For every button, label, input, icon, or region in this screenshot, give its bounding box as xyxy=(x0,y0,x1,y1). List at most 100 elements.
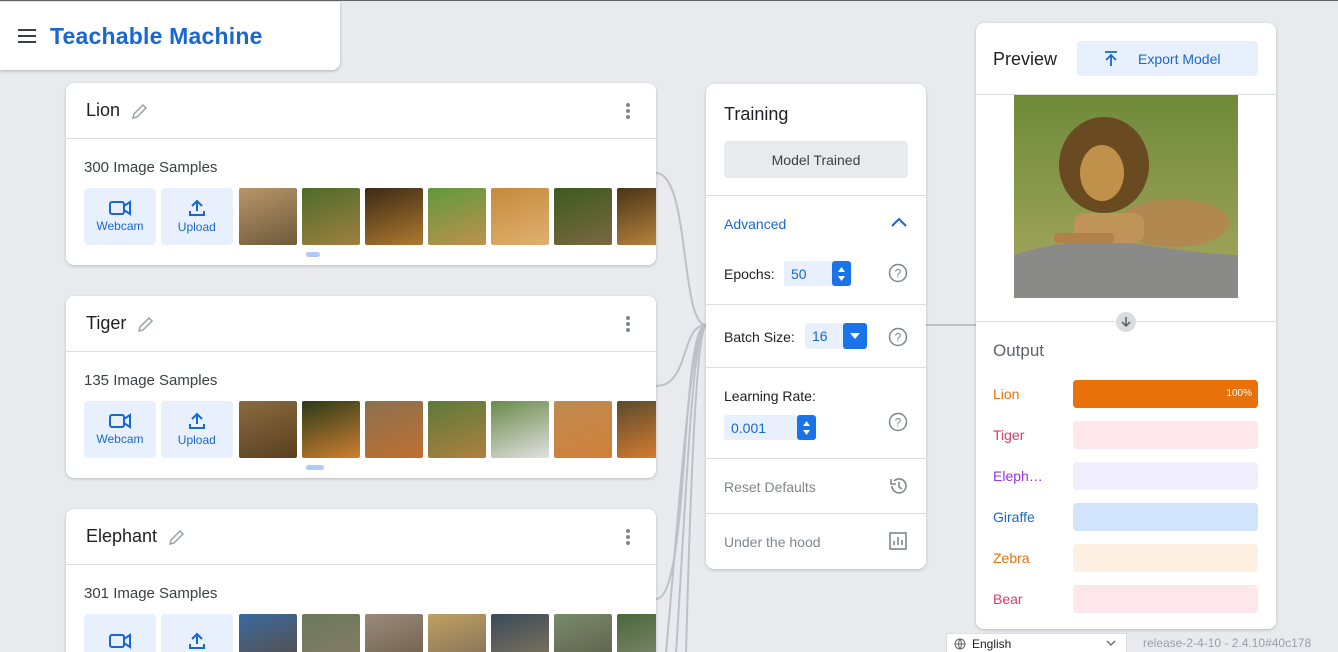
more-options-icon[interactable] xyxy=(626,316,630,332)
train-model-button[interactable]: Model Trained xyxy=(724,141,908,178)
output-row: Eleph… xyxy=(993,462,1258,490)
upload-icon xyxy=(188,412,205,429)
hamburger-menu-icon[interactable] xyxy=(18,29,36,43)
upload-button[interactable]: Upload xyxy=(160,188,233,245)
more-options-icon[interactable] xyxy=(626,529,630,545)
sample-thumbnail[interactable] xyxy=(301,401,360,458)
language-value: English xyxy=(972,637,1012,651)
sample-thumbnail[interactable] xyxy=(301,614,360,652)
class-card-header: Elephant xyxy=(66,509,656,565)
output-label: Tiger xyxy=(993,427,1025,443)
sample-thumbnail[interactable] xyxy=(553,188,612,245)
class-name[interactable]: Tiger xyxy=(86,313,126,334)
epochs-label: Epochs: xyxy=(724,266,775,282)
pencil-icon[interactable] xyxy=(136,314,156,334)
sample-count: 301 Image Samples xyxy=(84,585,218,602)
output-label: Giraffe xyxy=(993,509,1035,525)
arrow-down-icon xyxy=(1116,312,1136,332)
sample-thumbnail[interactable] xyxy=(238,614,297,652)
upload-button[interactable]: Upload xyxy=(160,401,233,458)
sample-thumbnail[interactable] xyxy=(490,614,549,652)
confidence-bar: 100% xyxy=(1073,380,1258,408)
sample-thumbnail[interactable] xyxy=(616,401,656,458)
app-header: Teachable Machine xyxy=(0,2,340,70)
class-name[interactable]: Elephant xyxy=(86,526,157,547)
bar-chart-icon[interactable] xyxy=(888,531,908,551)
class-name[interactable]: Lion xyxy=(86,100,120,121)
sample-thumbnail[interactable] xyxy=(490,401,549,458)
svg-text:?: ? xyxy=(895,267,902,281)
class-card-lion: Lion 300 Image Samples Webcam Upload xyxy=(66,83,656,265)
sample-thumbnail[interactable] xyxy=(364,614,423,652)
webcam-icon xyxy=(108,633,131,649)
pencil-icon[interactable] xyxy=(130,101,150,121)
help-icon[interactable]: ? xyxy=(888,263,908,283)
help-icon[interactable]: ? xyxy=(888,412,908,432)
sample-thumbnail[interactable] xyxy=(238,188,297,245)
divider xyxy=(706,513,926,514)
confidence-bar xyxy=(1073,462,1258,490)
upload-icon xyxy=(188,199,205,216)
training-title: Training xyxy=(724,104,789,124)
sample-thumbnail[interactable] xyxy=(553,614,612,652)
chevron-down-icon xyxy=(1106,640,1116,646)
epochs-stepper[interactable] xyxy=(832,261,851,286)
confidence-bar xyxy=(1073,585,1258,613)
upload-label: Upload xyxy=(177,433,216,447)
webcam-label: Webcam xyxy=(96,432,144,446)
sample-thumbnail[interactable] xyxy=(616,188,656,245)
batch-size-value: 16 xyxy=(812,328,828,344)
chevron-down-icon[interactable] xyxy=(843,323,867,349)
svg-text:?: ? xyxy=(895,331,902,345)
webcam-button[interactable]: Webcam xyxy=(84,188,156,245)
webcam-button[interactable] xyxy=(84,614,156,652)
sample-thumbnail[interactable] xyxy=(364,401,423,458)
help-icon[interactable]: ? xyxy=(888,327,908,347)
webcam-icon xyxy=(108,200,131,216)
history-icon[interactable] xyxy=(888,476,908,496)
under-the-hood-button[interactable]: Under the hood xyxy=(724,534,821,550)
output-row: Tiger xyxy=(993,421,1258,449)
more-options-icon[interactable] xyxy=(626,103,630,119)
version-text: release-2-4-10 - 2.4.10#40c178 xyxy=(1143,636,1312,650)
sample-thumbnail[interactable] xyxy=(490,188,549,245)
language-select[interactable]: English xyxy=(946,633,1127,652)
thumbnail-scrollbar[interactable] xyxy=(306,465,324,470)
batch-size-label: Batch Size: xyxy=(724,329,795,345)
sample-thumbnail[interactable] xyxy=(427,401,486,458)
advanced-toggle[interactable]: Advanced xyxy=(724,216,786,232)
sample-thumbnails xyxy=(238,614,656,652)
confidence-bar xyxy=(1073,503,1258,531)
sample-thumbnail[interactable] xyxy=(238,401,297,458)
upload-button[interactable] xyxy=(160,614,233,652)
pencil-icon[interactable] xyxy=(167,527,187,547)
reset-defaults-button[interactable]: Reset Defaults xyxy=(724,479,816,495)
learning-rate-label: Learning Rate: xyxy=(724,388,816,404)
output-label: Eleph… xyxy=(993,468,1043,484)
upload-label: Upload xyxy=(177,220,216,234)
batch-size-select[interactable]: 16 xyxy=(805,323,867,349)
epochs-input[interactable]: 50 xyxy=(784,261,851,286)
webcam-button[interactable]: Webcam xyxy=(84,401,156,458)
output-row: Zebra xyxy=(993,544,1258,572)
export-icon xyxy=(1105,50,1117,66)
sample-thumbnail[interactable] xyxy=(427,614,486,652)
sample-thumbnail[interactable] xyxy=(427,188,486,245)
thumbnail-scrollbar[interactable] xyxy=(306,252,320,257)
sample-thumbnails xyxy=(238,401,656,458)
export-model-button[interactable]: Export Model xyxy=(1077,41,1258,76)
sample-count: 300 Image Samples xyxy=(84,159,218,176)
sample-thumbnail[interactable] xyxy=(616,614,656,652)
sample-thumbnail[interactable] xyxy=(364,188,423,245)
class-card-elephant: Elephant 301 Image Samples xyxy=(66,509,656,652)
chevron-up-icon[interactable] xyxy=(890,216,908,228)
sample-thumbnail[interactable] xyxy=(301,188,360,245)
globe-icon xyxy=(954,638,966,650)
app-title[interactable]: Teachable Machine xyxy=(50,23,263,50)
sample-thumbnails xyxy=(238,188,656,245)
confidence-bar xyxy=(1073,421,1258,449)
learning-rate-input[interactable]: 0.001 xyxy=(724,415,816,440)
sample-thumbnail[interactable] xyxy=(553,401,612,458)
learning-rate-stepper[interactable] xyxy=(797,415,816,440)
output-row: Lion 100% xyxy=(993,380,1258,408)
